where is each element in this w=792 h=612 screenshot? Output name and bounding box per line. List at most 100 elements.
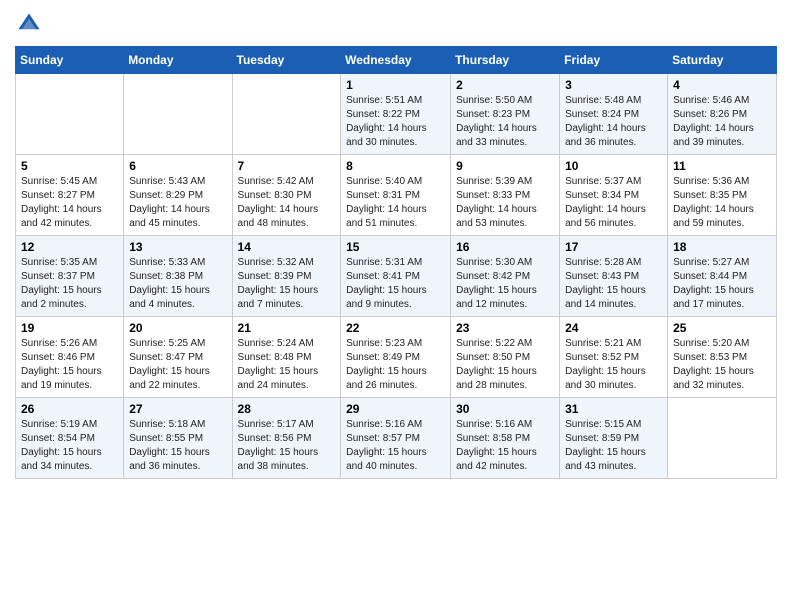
day-info: Sunrise: 5:28 AMSunset: 8:43 PMDaylight:… [565, 256, 662, 312]
day-info: Sunrise: 5:46 AMSunset: 8:26 PMDaylight:… [673, 94, 771, 150]
day-number: 2 [456, 78, 554, 92]
page-header [15, 10, 777, 38]
day-number: 10 [565, 159, 662, 173]
day-info: Sunrise: 5:21 AMSunset: 8:52 PMDaylight:… [565, 337, 662, 393]
day-info: Sunrise: 5:22 AMSunset: 8:50 PMDaylight:… [456, 337, 554, 393]
weekday-header-wednesday: Wednesday [341, 47, 451, 74]
calendar-cell: 1Sunrise: 5:51 AMSunset: 8:22 PMDaylight… [341, 74, 451, 155]
day-number: 14 [238, 240, 336, 254]
calendar-cell [124, 74, 232, 155]
calendar-cell: 31Sunrise: 5:15 AMSunset: 8:59 PMDayligh… [560, 398, 668, 479]
calendar-cell: 17Sunrise: 5:28 AMSunset: 8:43 PMDayligh… [560, 236, 668, 317]
calendar-cell: 14 Sunrise: 5:32 AMSunset: 8:39 PMDayligh… [232, 236, 341, 317]
day-info: Sunrise: 5:50 AMSunset: 8:23 PMDaylight:… [456, 94, 554, 150]
logo-icon [15, 10, 43, 38]
day-info: Sunrise: 5:30 AMSunset: 8:42 PMDaylight:… [456, 256, 554, 312]
calendar-cell: 3 Sunrise: 5:48 AMSunset: 8:24 PMDaylight… [560, 74, 668, 155]
day-info: Sunrise: 5:25 AMSunset: 8:47 PMDaylight:… [129, 337, 226, 393]
calendar-cell: 2 Sunrise: 5:50 AMSunset: 8:23 PMDaylight… [451, 74, 560, 155]
calendar-cell: 28 Sunrise: 5:17 AMSunset: 8:56 PMDayligh… [232, 398, 341, 479]
calendar-cell: 4 Sunrise: 5:46 AMSunset: 8:26 PMDaylight… [668, 74, 777, 155]
day-info: Sunrise: 5:40 AMSunset: 8:31 PMDaylight:… [346, 175, 445, 231]
calendar-cell: 24Sunrise: 5:21 AMSunset: 8:52 PMDayligh… [560, 317, 668, 398]
day-number: 20 [129, 321, 226, 335]
day-info: Sunrise: 5:16 AMSunset: 8:57 PMDaylight:… [346, 418, 445, 474]
day-number: 12 [21, 240, 118, 254]
day-number: 3 [565, 78, 662, 92]
calendar-cell: 5Sunrise: 5:45 AMSunset: 8:27 PMDaylight… [16, 155, 124, 236]
day-info: Sunrise: 5:16 AMSunset: 8:58 PMDaylight:… [456, 418, 554, 474]
day-number: 4 [673, 78, 771, 92]
day-info: Sunrise: 5:45 AMSunset: 8:27 PMDaylight:… [21, 175, 118, 231]
calendar-cell: 26 Sunrise: 5:19 AMSunset: 8:54 PMDayligh… [16, 398, 124, 479]
calendar-cell: 9 Sunrise: 5:39 AMSunset: 8:33 PMDaylight… [451, 155, 560, 236]
calendar-cell: 21Sunrise: 5:24 AMSunset: 8:48 PMDayligh… [232, 317, 341, 398]
day-info: Sunrise: 5:24 AMSunset: 8:48 PMDaylight:… [238, 337, 336, 393]
weekday-header-saturday: Saturday [668, 47, 777, 74]
calendar-cell: 25 Sunrise: 5:20 AMSunset: 8:53 PMDayligh… [668, 317, 777, 398]
day-info: Sunrise: 5:20 AMSunset: 8:53 PMDaylight:… [673, 337, 771, 393]
day-number: 7 [238, 159, 336, 173]
calendar-cell: 10 Sunrise: 5:37 AMSunset: 8:34 PMDayligh… [560, 155, 668, 236]
day-info: Sunrise: 5:42 AMSunset: 8:30 PMDaylight:… [238, 175, 336, 231]
calendar-cell: 30 Sunrise: 5:16 AMSunset: 8:58 PMDayligh… [451, 398, 560, 479]
calendar-cell: 15Sunrise: 5:31 AMSunset: 8:41 PMDayligh… [341, 236, 451, 317]
day-info: Sunrise: 5:19 AMSunset: 8:54 PMDaylight:… [21, 418, 118, 474]
day-number: 26 [21, 402, 118, 416]
day-info: Sunrise: 5:27 AMSunset: 8:44 PMDaylight:… [673, 256, 771, 312]
calendar-cell: 8 Sunrise: 5:40 AMSunset: 8:31 PMDaylight… [341, 155, 451, 236]
day-number: 15 [346, 240, 445, 254]
day-number: 19 [21, 321, 118, 335]
calendar-cell: 7 Sunrise: 5:42 AMSunset: 8:30 PMDaylight… [232, 155, 341, 236]
calendar-cell: 12 Sunrise: 5:35 AMSunset: 8:37 PMDayligh… [16, 236, 124, 317]
day-info: Sunrise: 5:18 AMSunset: 8:55 PMDaylight:… [129, 418, 226, 474]
day-number: 6 [129, 159, 226, 173]
calendar-week-4: 26 Sunrise: 5:19 AMSunset: 8:54 PMDayligh… [16, 398, 777, 479]
calendar-cell: 23 Sunrise: 5:22 AMSunset: 8:50 PMDayligh… [451, 317, 560, 398]
weekday-header-thursday: Thursday [451, 47, 560, 74]
day-number: 23 [456, 321, 554, 335]
day-number: 18 [673, 240, 771, 254]
day-info: Sunrise: 5:35 AMSunset: 8:37 PMDaylight:… [21, 256, 118, 312]
day-number: 13 [129, 240, 226, 254]
day-info: Sunrise: 5:15 AMSunset: 8:59 PMDaylight:… [565, 418, 662, 474]
calendar-cell: 11 Sunrise: 5:36 AMSunset: 8:35 PMDayligh… [668, 155, 777, 236]
day-info: Sunrise: 5:39 AMSunset: 8:33 PMDaylight:… [456, 175, 554, 231]
day-info: Sunrise: 5:36 AMSunset: 8:35 PMDaylight:… [673, 175, 771, 231]
weekday-header-row: SundayMondayTuesdayWednesdayThursdayFrid… [16, 47, 777, 74]
calendar-cell: 19Sunrise: 5:26 AMSunset: 8:46 PMDayligh… [16, 317, 124, 398]
calendar-table: SundayMondayTuesdayWednesdayThursdayFrid… [15, 46, 777, 479]
calendar-cell: 22 Sunrise: 5:23 AMSunset: 8:49 PMDayligh… [341, 317, 451, 398]
day-info: Sunrise: 5:51 AMSunset: 8:22 PMDaylight:… [346, 94, 445, 150]
day-info: Sunrise: 5:37 AMSunset: 8:34 PMDaylight:… [565, 175, 662, 231]
day-info: Sunrise: 5:17 AMSunset: 8:56 PMDaylight:… [238, 418, 336, 474]
day-number: 11 [673, 159, 771, 173]
calendar-cell: 29Sunrise: 5:16 AMSunset: 8:57 PMDayligh… [341, 398, 451, 479]
calendar-cell: 27 Sunrise: 5:18 AMSunset: 8:55 PMDayligh… [124, 398, 232, 479]
calendar-cell [232, 74, 341, 155]
weekday-header-sunday: Sunday [16, 47, 124, 74]
day-info: Sunrise: 5:23 AMSunset: 8:49 PMDaylight:… [346, 337, 445, 393]
calendar-week-0: 1Sunrise: 5:51 AMSunset: 8:22 PMDaylight… [16, 74, 777, 155]
day-number: 16 [456, 240, 554, 254]
calendar-week-2: 12 Sunrise: 5:35 AMSunset: 8:37 PMDayligh… [16, 236, 777, 317]
day-number: 28 [238, 402, 336, 416]
day-number: 8 [346, 159, 445, 173]
calendar-cell: 20 Sunrise: 5:25 AMSunset: 8:47 PMDayligh… [124, 317, 232, 398]
calendar-cell [16, 74, 124, 155]
calendar-week-1: 5Sunrise: 5:45 AMSunset: 8:27 PMDaylight… [16, 155, 777, 236]
calendar-cell: 16 Sunrise: 5:30 AMSunset: 8:42 PMDayligh… [451, 236, 560, 317]
calendar-body: 1Sunrise: 5:51 AMSunset: 8:22 PMDaylight… [16, 74, 777, 479]
day-number: 9 [456, 159, 554, 173]
day-number: 25 [673, 321, 771, 335]
day-info: Sunrise: 5:32 AMSunset: 8:39 PMDaylight:… [238, 256, 336, 312]
weekday-header-monday: Monday [124, 47, 232, 74]
calendar-week-3: 19Sunrise: 5:26 AMSunset: 8:46 PMDayligh… [16, 317, 777, 398]
day-info: Sunrise: 5:48 AMSunset: 8:24 PMDaylight:… [565, 94, 662, 150]
calendar-cell: 6Sunrise: 5:43 AMSunset: 8:29 PMDaylight… [124, 155, 232, 236]
day-number: 22 [346, 321, 445, 335]
weekday-header-friday: Friday [560, 47, 668, 74]
day-number: 30 [456, 402, 554, 416]
day-number: 27 [129, 402, 226, 416]
calendar-cell: 18 Sunrise: 5:27 AMSunset: 8:44 PMDayligh… [668, 236, 777, 317]
